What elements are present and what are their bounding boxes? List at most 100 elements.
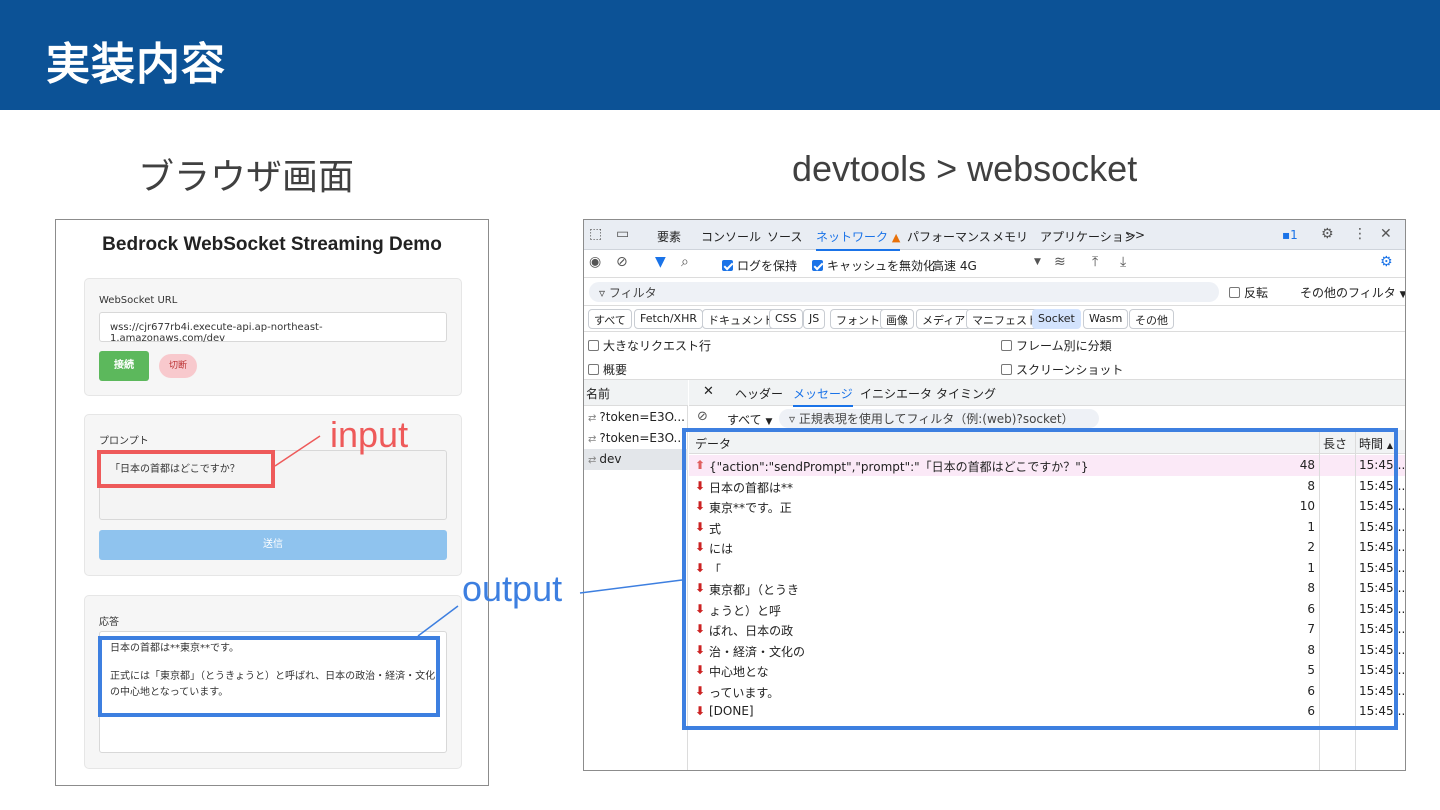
websocket-url-input[interactable]: wss://cjr677rb4i.execute-api.ap-northeas… — [99, 312, 447, 344]
preserve-log-checkbox[interactable]: ログを保持 — [722, 257, 797, 274]
search-icon[interactable]: ⌕ — [681, 254, 689, 270]
type-filter-media[interactable]: メディア — [916, 309, 972, 329]
export-har-icon[interactable]: ⤓ — [1120, 254, 1126, 270]
type-filter-fetch[interactable]: Fetch/XHR — [634, 309, 703, 329]
input-annotation-label: input — [330, 414, 409, 455]
request-name: ?token=E3O... — [599, 431, 685, 445]
message-type-select[interactable]: すべて ▼ — [727, 411, 772, 428]
type-filter-all[interactable]: すべて — [588, 309, 632, 329]
tab-headers[interactable]: ヘッダー — [735, 385, 783, 402]
request-item-selected[interactable]: ⇄ dev — [584, 449, 688, 470]
disable-cache-checkbox[interactable]: キャッシュを無効化 — [812, 257, 935, 274]
inspect-icon[interactable]: ⬚ — [589, 226, 602, 242]
type-filter-js[interactable]: JS — [803, 309, 826, 329]
warning-icon: ▲ — [891, 231, 901, 244]
request-item[interactable]: ⇄ ?token=E3O... — [584, 428, 688, 449]
chevron-down-icon[interactable]: ▼ — [1034, 257, 1041, 267]
screenshot-checkbox[interactable]: スクリーンショット — [1001, 361, 1123, 378]
invert-label: 反転 — [1244, 286, 1269, 300]
output-annotation-label: output — [462, 568, 563, 609]
devtools-output-highlight-box — [682, 428, 1398, 730]
close-detail-icon[interactable]: ✕ — [703, 384, 714, 399]
tab-application[interactable]: アプリケーション — [1040, 228, 1136, 245]
filter-input[interactable]: ▿ フィルタ — [589, 282, 1219, 302]
checkbox-unchecked[interactable] — [1001, 364, 1012, 375]
slide: 実装内容 ブラウザ画面 devtools > websocket Bedrock… — [0, 0, 1440, 810]
checkbox-unchecked[interactable] — [588, 340, 599, 351]
settings-gear-icon[interactable]: ⚙ — [1321, 226, 1334, 242]
filter-funnel-small-icon: ▿ — [599, 286, 609, 300]
message-filter-input[interactable]: ▿ 正規表現を使用してフィルタ（例:(web)?socket） — [779, 409, 1099, 428]
slide-title: 実装内容 — [46, 39, 226, 90]
type-filter-wasm[interactable]: Wasm — [1083, 309, 1129, 329]
checkbox-checked[interactable] — [722, 260, 733, 271]
preserve-log-label: ログを保持 — [737, 259, 798, 273]
more-filters-label: その他のフィルタ — [1300, 286, 1396, 300]
checkbox-unchecked[interactable] — [1001, 340, 1012, 351]
websocket-card: WebSocket URL wss://cjr677rb4i.execute-a… — [84, 278, 462, 396]
chevron-down-icon: ▼ — [1399, 290, 1406, 300]
import-har-icon[interactable]: ⤒ — [1092, 254, 1098, 270]
websocket-icon: ⇄ — [588, 434, 597, 445]
request-name: dev — [599, 452, 622, 466]
type-filter-other[interactable]: その他 — [1129, 309, 1174, 329]
tab-more[interactable]: >> — [1125, 228, 1145, 242]
clear-messages-icon[interactable]: ⊘ — [697, 409, 708, 424]
tab-messages[interactable]: メッセージ — [793, 385, 853, 407]
checkbox-checked[interactable] — [812, 260, 823, 271]
overview-label: 概要 — [603, 363, 628, 377]
message-type-label: すべて — [727, 413, 762, 427]
issues-count: 1 — [1290, 228, 1298, 242]
chevron-down-icon: ▼ — [765, 417, 773, 427]
tab-performance[interactable]: パフォーマンス — [907, 228, 991, 245]
clear-icon[interactable]: ⊘ — [616, 254, 628, 270]
tab-sources[interactable]: ソース — [767, 228, 802, 245]
filter-placeholder: フィルタ — [608, 286, 657, 300]
tab-memory[interactable]: メモリ — [992, 228, 1028, 245]
tab-console[interactable]: コンソール — [701, 228, 761, 245]
overview-checkbox[interactable]: 概要 — [588, 361, 627, 378]
issues-badge[interactable]: ▪1 — [1282, 228, 1298, 242]
throttling-select[interactable]: 高速 4G — [932, 257, 977, 274]
type-filter-css[interactable]: CSS — [769, 309, 803, 329]
more-filters-dropdown[interactable]: その他のフィルタ ▼ — [1300, 284, 1406, 301]
invert-checkbox[interactable]: 反転 — [1229, 284, 1268, 301]
network-options-row: 大きなリクエスト行 フレーム別に分類 — [584, 332, 1405, 356]
page-title: Bedrock WebSocket Streaming Demo — [102, 234, 442, 255]
devtools-section-label: devtools > websocket — [792, 148, 1138, 189]
request-name: ?token=E3O... — [599, 410, 685, 424]
request-item[interactable]: ⇄ ?token=E3O... — [584, 407, 688, 428]
network-settings-gear-icon[interactable]: ⚙ — [1380, 254, 1393, 270]
filter-bar: ▿ フィルタ 反転 その他のフィルタ ▼ — [584, 278, 1405, 306]
screenshot-label: スクリーンショット — [1016, 363, 1124, 377]
group-by-frame-label: フレーム別に分類 — [1016, 339, 1112, 353]
checkbox-unchecked[interactable] — [588, 364, 599, 375]
big-request-rows-checkbox[interactable]: 大きなリクエスト行 — [588, 337, 711, 354]
more-menu-icon[interactable]: ⋮ — [1353, 226, 1367, 242]
tab-network[interactable]: ネットワーク ▲ — [816, 228, 901, 251]
record-icon[interactable]: ◉ — [589, 254, 601, 270]
type-filter-image[interactable]: 画像 — [880, 309, 914, 329]
resource-type-filters: すべて Fetch/XHR ドキュメント CSS JS フォント 画像 メディア… — [584, 306, 1405, 332]
connect-button[interactable]: 接続 — [99, 351, 149, 381]
checkbox-unchecked[interactable] — [1229, 287, 1240, 298]
group-by-frame-checkbox[interactable]: フレーム別に分類 — [1001, 337, 1112, 354]
request-list: 名前 ⇄ ?token=E3O... ⇄ ?token=E3O... ⇄ dev — [584, 380, 688, 770]
browser-section-label: ブラウザ画面 — [138, 156, 355, 197]
close-icon[interactable]: ✕ — [1380, 226, 1392, 242]
type-filter-socket[interactable]: Socket — [1032, 309, 1081, 329]
device-toolbar-icon[interactable]: ▭ — [616, 226, 629, 242]
websocket-icon: ⇄ — [588, 413, 597, 424]
type-filter-font[interactable]: フォント — [830, 309, 886, 329]
message-filter-placeholder: 正規表現を使用してフィルタ（例:(web)?socket） — [798, 412, 1074, 426]
network-conditions-icon[interactable]: ≋ — [1054, 254, 1066, 270]
tab-elements[interactable]: 要素 — [657, 228, 681, 245]
filter-funnel-small-icon: ▿ — [789, 412, 799, 426]
send-button[interactable]: 送信 — [99, 530, 447, 560]
websocket-icon: ⇄ — [588, 455, 597, 466]
tab-initiator[interactable]: イニシエータ — [860, 385, 932, 402]
column-header-name[interactable]: 名前 — [584, 380, 688, 406]
tab-timing[interactable]: タイミング — [936, 385, 996, 402]
disconnect-button[interactable]: 切断 — [159, 354, 197, 378]
filter-funnel-icon[interactable]: ▼ — [655, 254, 666, 270]
